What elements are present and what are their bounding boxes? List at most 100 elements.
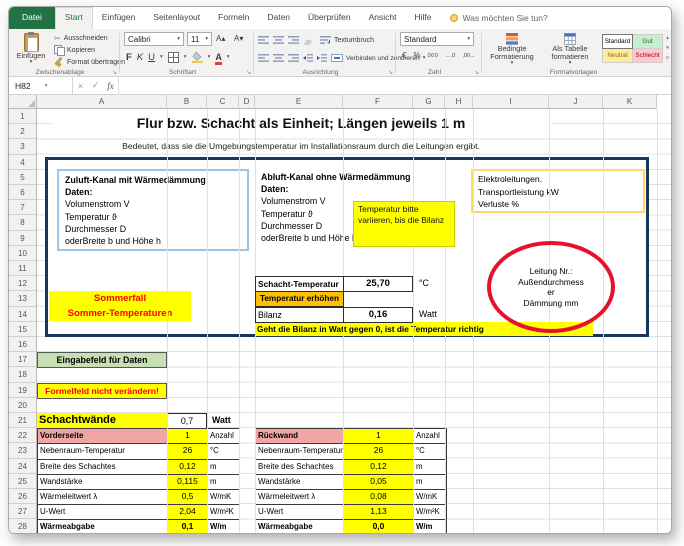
increase-indent-icon[interactable] [317,54,327,62]
decrease-decimal-button[interactable]: ,00→ [462,53,475,59]
row-header-26[interactable]: 26 [9,489,37,504]
dialog-launcher-icon[interactable]: ↘ [474,70,479,76]
row-header-15[interactable]: 15 [9,322,37,337]
cell-label[interactable]: Wandstärke [38,475,168,490]
column-header-D[interactable]: D [239,95,255,109]
gallery-more-icon[interactable]: ≡ [664,54,671,62]
enter-button[interactable]: ✓ [88,80,103,91]
select-all-button[interactable] [9,95,37,109]
cell-value[interactable]: 0,0 [344,520,414,534]
bilanz-label[interactable]: Bilanz [255,307,344,323]
bilanz-value[interactable]: 0,16 [343,307,413,323]
fill-color-icon[interactable] [192,51,203,63]
dialog-launcher-icon[interactable]: ↘ [388,70,393,76]
copy-button[interactable]: Kopieren [54,44,125,56]
row-header-12[interactable]: 12 [9,276,37,291]
row-header-2[interactable]: 2 [9,124,37,139]
tab-einfügen[interactable]: Einfügen [93,7,145,29]
font-size-select[interactable]: 11 ▾ [187,32,212,46]
cell-label[interactable]: Wärmeleitwert λ [38,490,168,505]
row-header-18[interactable]: 18 [9,367,37,382]
cell-unit[interactable]: W/m [208,520,240,534]
row-header-9[interactable]: 9 [9,231,37,246]
shrink-font-button[interactable]: A▾ [234,34,243,43]
cell-label[interactable]: Wandstärke [256,475,344,490]
cell-value[interactable]: 1 [168,429,208,444]
borders-icon[interactable] [168,52,179,63]
gallery-scroll[interactable]: ▴ ▾ ≡ [664,34,671,62]
cell-label[interactable]: U-Wert [256,505,344,520]
cell-value[interactable]: 0,12 [344,460,414,475]
row-header-14[interactable]: 14 [9,307,37,322]
cell-label[interactable]: Vorderseite [38,429,168,444]
column-header-C[interactable]: C [207,95,239,109]
insert-function-button[interactable]: fx [103,81,118,91]
chevron-down-icon[interactable]: ▾ [184,55,187,60]
cell-label[interactable]: Rückwand [256,429,344,444]
row-header-19[interactable]: 19 [9,383,37,398]
tab-start[interactable]: Start [55,7,93,29]
conditional-formatting-button[interactable]: Bedingte Formatierung ▾ [484,30,540,74]
row-header-16[interactable]: 16 [9,337,37,352]
cell-unit[interactable]: W/mK [414,490,447,505]
formula-input[interactable] [118,77,672,95]
tell-me[interactable]: Was möchten Sie tun? [450,7,547,29]
gallery-up-icon[interactable]: ▴ [664,34,671,42]
row-header-6[interactable]: 6 [9,185,37,200]
wrap-text-button[interactable]: Textumbruch [320,34,374,46]
cell-value[interactable]: 2,04 [168,505,208,520]
align-top-icon[interactable] [258,36,269,44]
elektro-box[interactable]: Elektroleitungen.Transportleistung kWVer… [471,169,645,213]
tab-daten[interactable]: Daten [258,7,299,29]
column-header-F[interactable]: F [343,95,413,109]
schachtwaende-label[interactable]: Schachtwände [37,413,167,429]
chevron-down-icon[interactable]: ▾ [208,55,211,60]
underline-button[interactable]: U [148,52,155,63]
schacht-temp-value[interactable]: 25,70 [343,276,413,292]
chevron-down-icon[interactable]: ▾ [160,55,163,60]
align-bottom-icon[interactable] [288,36,299,44]
cell-unit[interactable]: °C [208,444,240,459]
cell-value[interactable]: 0,05 [344,475,414,490]
cell-label[interactable]: Nebenraum-Temperatur [38,444,168,459]
cell-value[interactable]: 0,12 [168,460,208,475]
format-as-table-button[interactable]: Als Tabelle formatieren ▾ [542,30,598,74]
column-header-E[interactable]: E [255,95,343,109]
row-header-28[interactable]: 28 [9,519,37,534]
temperature-callout[interactable]: Temperatur bitte variieren, bis die Bila… [353,201,455,247]
row-header-10[interactable]: 10 [9,246,37,261]
align-left-icon[interactable] [258,54,269,62]
font-name-select[interactable]: Calibri ▾ [124,32,184,46]
font-color-button[interactable]: A [215,53,222,62]
tab-ansicht[interactable]: Ansicht [360,7,406,29]
orientation-icon[interactable]: ab [303,35,313,45]
currency-format-button[interactable]: € [402,51,406,60]
row-header-20[interactable]: 20 [9,398,37,413]
align-center-icon[interactable] [273,54,284,62]
row-header-8[interactable]: 8 [9,215,37,230]
sheet-subtitle[interactable]: Bedeutet, dass sie die Umgebungstemperat… [51,140,551,153]
name-box[interactable]: H82 ▾ [9,77,73,95]
align-right-icon[interactable] [288,54,299,62]
zuluft-box[interactable]: Zuluft-Kanal mit WärmedämmungDaten:Volum… [57,169,249,251]
cell-value[interactable]: 1,13 [344,505,414,520]
thousands-format-button[interactable]: 000 [428,53,439,59]
cell-unit[interactable]: Anzahl [414,429,447,444]
column-header-H[interactable]: H [445,95,473,109]
row-header-7[interactable]: 7 [9,200,37,215]
column-header-B[interactable]: B [167,95,207,109]
percent-format-button[interactable]: % [413,51,420,60]
cell-value[interactable]: 1 [344,429,414,444]
cell-label[interactable]: Nebenraum-Temperatur [256,444,344,459]
sheet-title[interactable]: Flur bzw. Schacht als Einheit; Längen je… [51,111,551,135]
cell-unit[interactable]: m [208,460,240,475]
row-header-17[interactable]: 17 [9,352,37,367]
cell-unit[interactable]: Anzahl [208,429,240,444]
cell-unit[interactable]: W/mK [208,490,240,505]
row-header-23[interactable]: 23 [9,443,37,458]
cell-unit[interactable]: W/m [414,520,447,534]
increase-decimal-button[interactable]: ←,0 [445,53,455,59]
row-header-24[interactable]: 24 [9,459,37,474]
cell-unit[interactable]: W/m²K [208,505,240,520]
cell-style-standard[interactable]: Standard [603,35,632,48]
